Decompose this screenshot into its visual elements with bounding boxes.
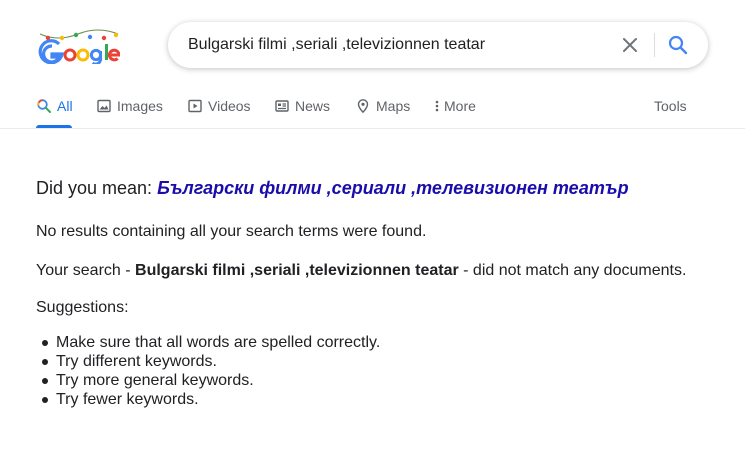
did-you-mean: Did you mean: Български филми ,сериали ,… (36, 178, 629, 199)
more-vert-icon (435, 100, 439, 112)
tab-all-label: All (57, 98, 73, 114)
suggestions-heading: Suggestions: (36, 299, 129, 316)
close-icon (623, 38, 637, 52)
google-logo-icon (38, 29, 120, 64)
tab-maps[interactable]: Maps (355, 96, 410, 128)
tab-videos[interactable]: Videos (187, 96, 251, 128)
tab-images-label: Images (117, 98, 163, 114)
did-you-mean-suggestion-link[interactable]: Български филми ,сериали ,телевизионен т… (157, 178, 629, 198)
tab-news-label: News (295, 98, 331, 114)
map-pin-icon (357, 99, 369, 114)
search-icon (668, 35, 688, 55)
list-item: Try more general keywords. (36, 371, 380, 390)
tab-images[interactable]: Images (96, 96, 163, 128)
search-results-page: All Images Videos News (0, 0, 745, 455)
header-divider (0, 128, 745, 129)
search-box (168, 22, 708, 68)
no-results-message: No results containing all your search te… (36, 223, 427, 240)
list-item: Make sure that all words are spelled cor… (36, 333, 380, 352)
tab-maps-label: Maps (376, 98, 411, 114)
search-tabs: All Images Videos News Maps More Tools (36, 96, 706, 128)
search-icon (37, 99, 51, 113)
tab-videos-label: Videos (208, 98, 251, 114)
list-item: Try fewer keywords. (36, 390, 380, 409)
search-box-divider (654, 33, 655, 57)
your-search-prefix: Your search - (36, 262, 131, 279)
video-icon (188, 99, 202, 113)
google-logo[interactable] (38, 28, 120, 64)
tab-all[interactable]: All (36, 96, 73, 128)
your-search-message: Your search - Bulgarski filmi ,seriali ,… (36, 262, 686, 280)
image-icon (97, 99, 111, 113)
your-search-query: Bulgarski filmi ,seriali ,televizionnen … (135, 262, 459, 279)
list-item: Try different keywords. (36, 352, 380, 371)
tab-more[interactable]: More (434, 96, 476, 128)
your-search-suffix: - did not match any documents. (463, 262, 687, 279)
did-you-mean-label: Did you mean: (36, 178, 153, 198)
clear-search-button[interactable] (618, 33, 642, 57)
suggestions-list: Make sure that all words are spelled cor… (36, 333, 380, 409)
search-input[interactable] (188, 22, 608, 68)
search-button[interactable] (666, 33, 690, 57)
tab-more-label: More (444, 98, 476, 114)
tools-button[interactable]: Tools (654, 96, 687, 116)
news-icon (275, 100, 289, 112)
tab-news[interactable]: News (274, 96, 330, 128)
